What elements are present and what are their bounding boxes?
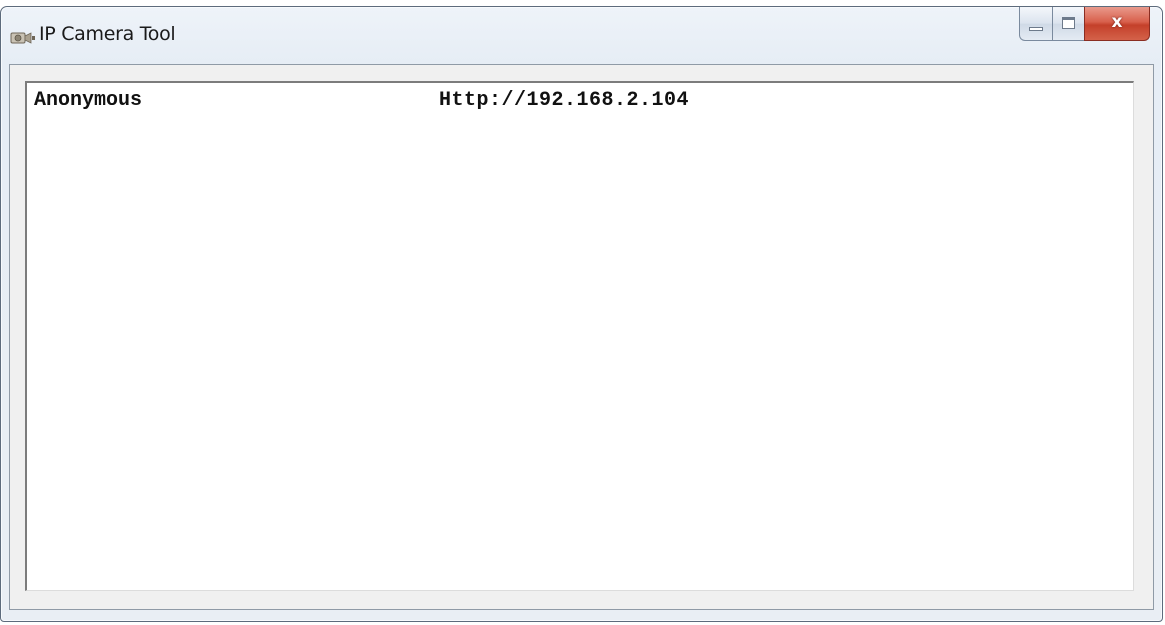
caption-buttons: x [1019,7,1150,43]
minimize-button[interactable] [1019,7,1052,41]
close-button[interactable]: x [1084,7,1150,41]
minimize-icon [1029,27,1043,31]
maximize-icon [1062,17,1075,29]
camera-icon [10,29,36,47]
device-list[interactable]: Anonymous Http://192.168.2.104 [25,81,1134,591]
window-title: IP Camera Tool [39,23,176,45]
list-item[interactable]: Anonymous Http://192.168.2.104 [27,83,1133,115]
maximize-button[interactable] [1052,7,1084,41]
device-name: Anonymous [34,89,143,112]
ip-camera-tool-window: IP Camera Tool x Anonymous Http://192.16… [0,6,1163,622]
client-area: Anonymous Http://192.168.2.104 [9,64,1154,610]
device-url: Http://192.168.2.104 [439,89,690,112]
title-bar[interactable]: IP Camera Tool x [1,7,1162,63]
close-icon: x [1111,12,1123,32]
